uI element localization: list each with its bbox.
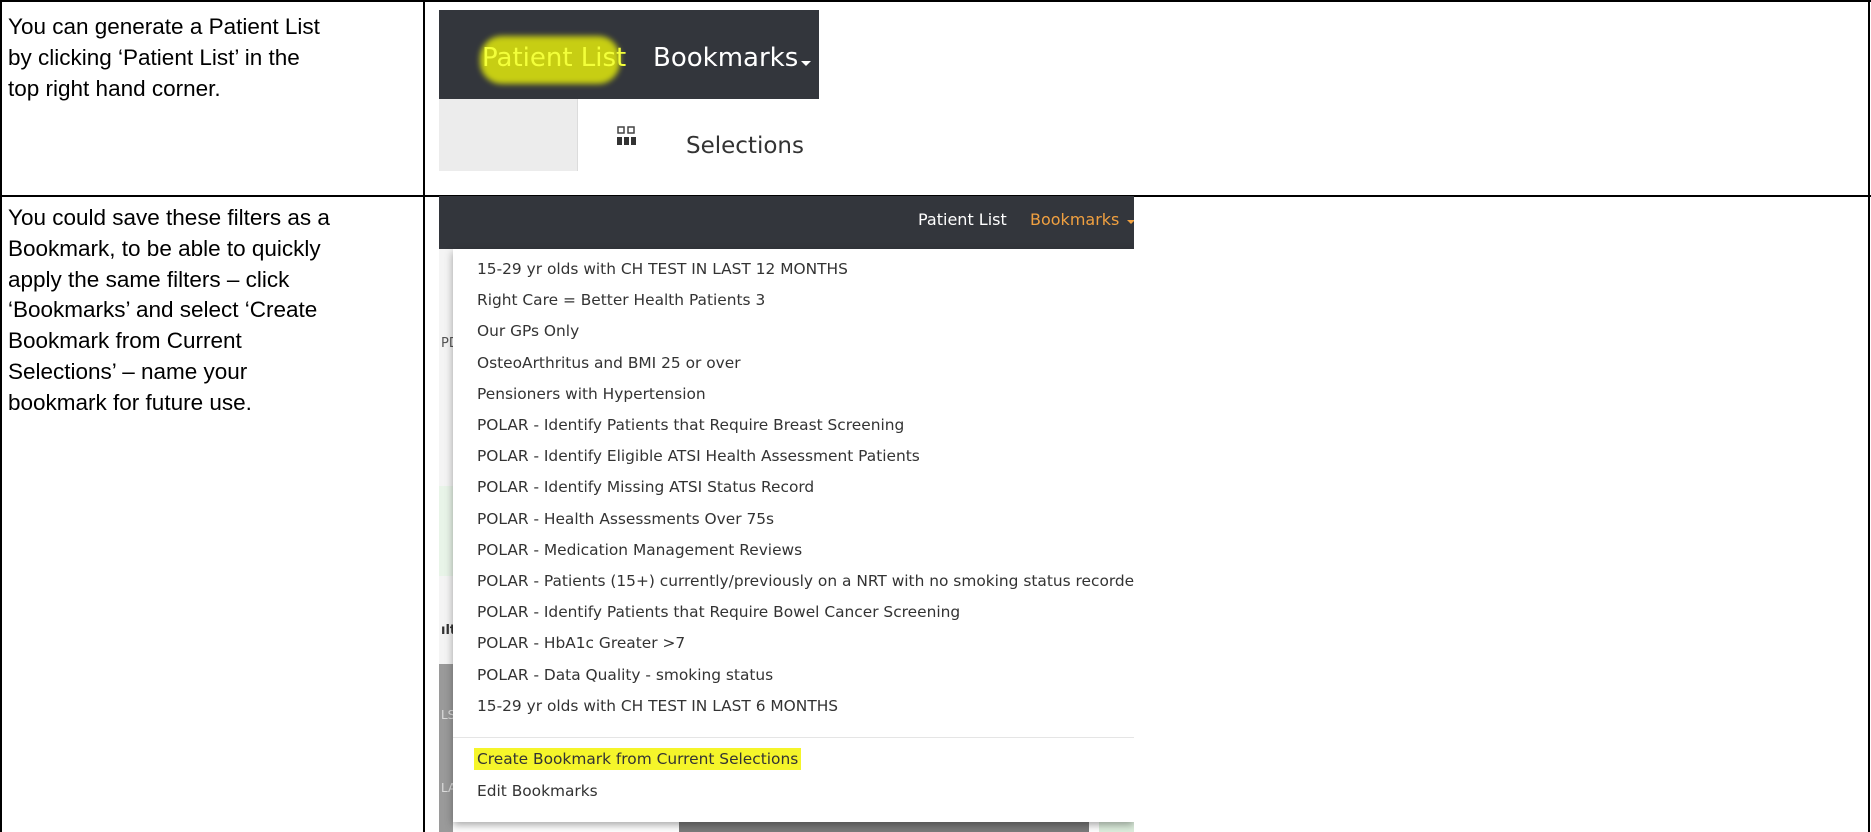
- toolbar-left-area: [439, 99, 577, 171]
- instruction-line: top right hand corner.: [8, 75, 221, 101]
- bookmark-item[interactable]: Right Care = Better Health Patients 3: [477, 291, 765, 309]
- instruction-line: You can generate a Patient List: [8, 14, 320, 39]
- instruction-line: Bookmark from Current: [8, 328, 242, 354]
- nav-bookmarks-dropdown[interactable]: Bookmarks: [653, 43, 798, 73]
- background-panel-right: [1099, 822, 1134, 832]
- bookmark-item[interactable]: POLAR - Identify Missing ATSI Status Rec…: [477, 478, 814, 496]
- bookmark-item[interactable]: 15-29 yr olds with CH TEST IN LAST 12 MO…: [477, 260, 848, 278]
- bookmark-item[interactable]: POLAR - Identify Patients that Require B…: [477, 416, 904, 434]
- table-border-top: [0, 0, 1871, 2]
- instruction-line: apply the same filters – click: [8, 266, 290, 292]
- menu-divider: [453, 737, 1134, 738]
- caret-down-icon: [801, 61, 811, 66]
- bookmark-item[interactable]: Pensioners with Hypertension: [477, 385, 706, 403]
- selections-button[interactable]: Selections: [686, 133, 804, 159]
- instruction-line: Bookmark, to be able to quickly: [8, 235, 321, 261]
- bookmark-item[interactable]: POLAR - Patients (15+) currently/previou…: [477, 572, 1134, 590]
- background-table-header: [679, 822, 1089, 832]
- instruction-line: Selections’ – name your: [8, 358, 248, 384]
- bookmark-item[interactable]: POLAR - Health Assessments Over 75s: [477, 510, 774, 528]
- create-bookmark-item[interactable]: Create Bookmark from Current Selections: [474, 748, 802, 770]
- bookmark-item[interactable]: POLAR - HbA1c Greater >7: [477, 634, 685, 652]
- instruction-line: You could save these filters as a: [8, 205, 330, 230]
- bookmark-item[interactable]: POLAR - Identify Patients that Require B…: [477, 603, 960, 621]
- bookmarks-dropdown-menu: 15-29 yr olds with CH TEST IN LAST 12 MO…: [453, 249, 1134, 822]
- bookmark-item[interactable]: POLAR - Identify Eligible ATSI Health As…: [477, 447, 920, 465]
- screenshot-patient-list-nav: Patient List Bookmarks Selections: [439, 10, 819, 171]
- bookmark-item[interactable]: POLAR - Medication Management Reviews: [477, 541, 802, 559]
- instruction-text-bookmark: You could save these filters as a Bookma…: [8, 203, 330, 419]
- bookmark-item[interactable]: 15-29 yr olds with CH TEST IN LAST 6 MON…: [477, 697, 838, 715]
- screenshot-bookmarks-menu: Patient List Bookmarks PD ılt LS LA 15-2…: [439, 196, 1134, 832]
- caret-down-icon: [1127, 220, 1134, 224]
- instruction-line: bookmark for future use.: [8, 389, 252, 415]
- bookmark-item[interactable]: OsteoArthritus and BMI 25 or over: [477, 354, 741, 372]
- table-border-right: [1868, 0, 1870, 832]
- nav-patient-list-link[interactable]: Patient List: [918, 210, 1007, 229]
- selections-icon[interactable]: [617, 126, 637, 148]
- instruction-line: by clicking ‘Patient List’ in the: [8, 44, 300, 70]
- instruction-text-patient-list: You can generate a Patient List by click…: [8, 12, 320, 104]
- table-column-divider: [423, 0, 425, 832]
- background-panel-green: [439, 486, 453, 576]
- nav-patient-list-link[interactable]: Patient List: [482, 43, 626, 73]
- bookmark-item[interactable]: POLAR - Data Quality - smoking status: [477, 666, 773, 684]
- bookmark-item[interactable]: Our GPs Only: [477, 322, 579, 340]
- background-panel-dark: [439, 664, 453, 832]
- edit-bookmarks-item[interactable]: Edit Bookmarks: [477, 782, 598, 800]
- nav-bookmarks-dropdown[interactable]: Bookmarks: [1030, 210, 1119, 229]
- create-bookmark-label: Create Bookmark from Current Selections: [474, 748, 802, 770]
- table-border-left: [0, 0, 2, 832]
- instruction-line: ‘Bookmarks’ and select ‘Create: [8, 297, 318, 323]
